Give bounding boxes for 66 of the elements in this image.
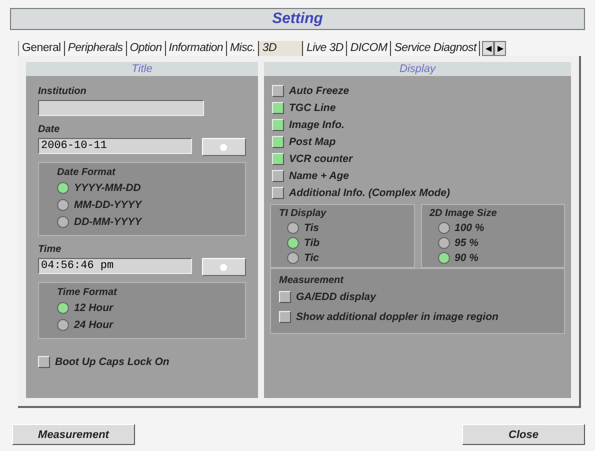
radio-button[interactable] xyxy=(438,222,450,234)
checkbox[interactable] xyxy=(272,152,284,164)
radio-label: Tis xyxy=(304,222,319,234)
dot-icon xyxy=(220,144,228,150)
checkbox[interactable] xyxy=(272,186,284,198)
group-heading: TI Display xyxy=(279,208,328,219)
field-label: Date xyxy=(38,124,61,135)
checkbox[interactable] xyxy=(279,291,291,303)
checkbox-label: TGC Line xyxy=(289,102,336,114)
input-field[interactable]: 2006-10-11 xyxy=(38,138,192,154)
group-heading: 2D Image Size xyxy=(430,208,498,219)
input-field[interactable]: 04:56:46 pm xyxy=(38,258,192,274)
checkbox-label: Auto Freeze xyxy=(289,84,350,96)
checkbox-label: Post Map xyxy=(289,136,336,148)
dialog-button[interactable]: Measurement xyxy=(12,424,135,445)
radio-button[interactable] xyxy=(57,302,69,314)
checkbox[interactable] xyxy=(272,84,284,96)
radio-label: YYYY-MM-DD xyxy=(74,182,141,194)
radio-label: 95 % xyxy=(454,236,478,248)
radio-button[interactable] xyxy=(57,216,69,228)
radio-label: 24 Hour xyxy=(74,318,114,330)
picker-button[interactable] xyxy=(202,258,246,276)
radio-label: Tic xyxy=(304,252,319,264)
checkbox-label: Name + Age xyxy=(289,170,350,182)
checkbox[interactable] xyxy=(272,136,284,148)
checkbox-label: GA/EDD display xyxy=(296,291,376,303)
checkbox-label: Image Info. xyxy=(289,118,344,130)
section-heading: Display xyxy=(264,62,571,76)
field-label: Time xyxy=(38,244,62,255)
radio-label: 12 Hour xyxy=(74,302,114,314)
radio-button[interactable] xyxy=(57,182,69,194)
radio-label: Tib xyxy=(304,236,320,248)
dot-icon xyxy=(220,264,228,270)
tab[interactable]: 3D xyxy=(259,41,304,56)
window-title: Setting xyxy=(10,8,585,30)
group-heading: Date Format xyxy=(57,167,116,178)
scroll-arrow-button[interactable]: ◀ xyxy=(482,41,494,56)
radio-button[interactable] xyxy=(287,222,299,234)
radio-label: 90 % xyxy=(454,252,478,264)
checkbox[interactable] xyxy=(272,102,284,114)
radio-button[interactable] xyxy=(57,318,69,330)
picker-button[interactable] xyxy=(202,138,246,156)
radio-button[interactable] xyxy=(438,252,450,264)
dialog-button[interactable]: Close xyxy=(462,424,585,445)
checkbox[interactable] xyxy=(38,356,50,368)
checkbox-label: VCR counter xyxy=(289,152,353,164)
field-label: Institution xyxy=(38,86,88,97)
input-field[interactable] xyxy=(38,100,204,116)
group-heading: Time Format xyxy=(57,287,118,298)
checkbox-label: Boot Up Caps Lock On xyxy=(55,356,170,368)
radio-button[interactable] xyxy=(438,236,450,248)
radio-label: MM-DD-YYYY xyxy=(74,198,142,210)
checkbox[interactable] xyxy=(272,170,284,182)
tab[interactable]: General xyxy=(18,41,65,56)
checkbox[interactable] xyxy=(272,118,284,130)
radio-button[interactable] xyxy=(57,198,69,210)
group-heading: Measurement xyxy=(279,275,345,286)
radio-label: DD-MM-YYYY xyxy=(74,216,142,228)
radio-button[interactable] xyxy=(287,252,299,264)
checkbox-label: Show additional doppler in image region xyxy=(296,311,498,323)
scroll-arrow-button[interactable]: ▶ xyxy=(494,41,506,56)
checkbox-label: Additional Info. (Complex Mode) xyxy=(289,186,450,198)
radio-button[interactable] xyxy=(287,236,299,248)
section-heading: Title xyxy=(26,62,258,76)
checkbox[interactable] xyxy=(279,311,291,323)
radio-label: 100 % xyxy=(454,222,484,234)
